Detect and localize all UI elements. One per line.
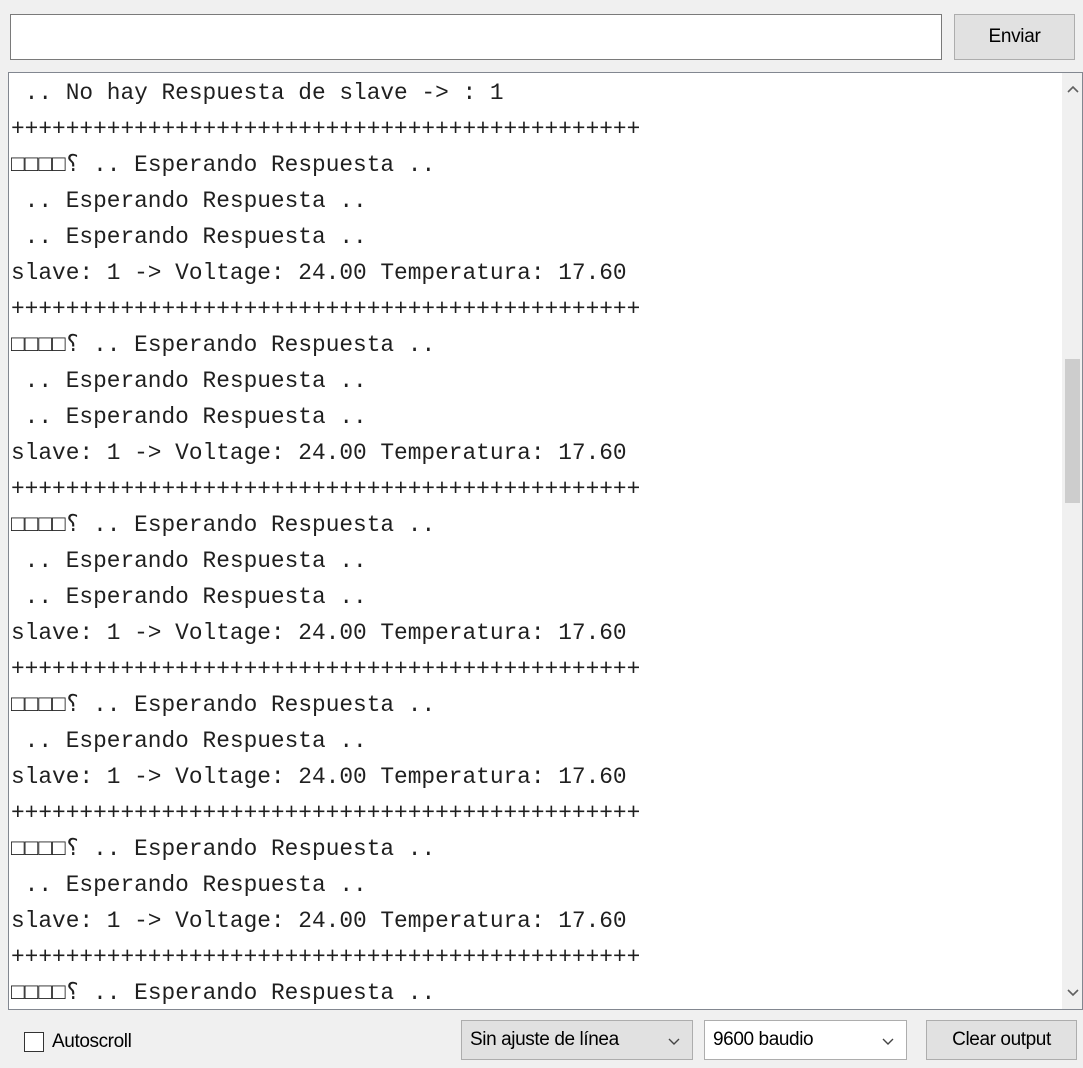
output-line: .. No hay Respuesta de slave -> : 1 [11,80,504,106]
output-line: .. Esperando Respuesta .. [11,404,367,430]
baud-rate-select[interactable]: 9600 baudio [704,1020,907,1060]
autoscroll-checkbox[interactable] [24,1032,44,1052]
output-line: .. Esperando Respuesta .. [11,188,367,214]
send-input[interactable] [10,14,942,60]
scroll-down-arrow-icon[interactable] [1063,981,1082,1005]
serial-output-panel: .. No hay Respuesta de slave -> : 1 +++++… [8,72,1083,1010]
output-line: □□□□⸮ .. Esperando Respuesta .. [11,836,436,862]
autoscroll-label: Autoscroll [52,1031,132,1052]
output-line: .. Esperando Respuesta .. [11,368,367,394]
output-line: ++++++++++++++++++++++++++++++++++++++++… [11,800,641,826]
output-line: .. Esperando Respuesta .. [11,728,367,754]
output-line: slave: 1 -> Voltage: 24.00 Temperatura: … [11,764,627,790]
output-line: ++++++++++++++++++++++++++++++++++++++++… [11,116,641,142]
output-line: □□□□⸮ .. Esperando Respuesta .. [11,152,436,178]
send-button[interactable]: Enviar [954,14,1075,60]
bottom-toolbar: Autoscroll Sin ajuste de línea 9600 baud… [0,1010,1083,1068]
output-line: ++++++++++++++++++++++++++++++++++++++++… [11,476,641,502]
vertical-scrollbar[interactable] [1062,73,1082,1009]
output-line: □□□□⸮ .. Esperando Respuesta .. [11,332,436,358]
baud-rate-value: 9600 baudio [713,1029,814,1050]
chevron-down-icon [882,1038,894,1045]
scrollbar-thumb[interactable] [1065,359,1080,503]
output-line: .. Esperando Respuesta .. [11,224,367,250]
output-line: □□□□⸮ .. Esperando Respuesta .. [11,980,436,1005]
output-line: .. Esperando Respuesta .. [11,584,367,610]
scroll-up-arrow-icon[interactable] [1063,77,1082,101]
line-ending-value: Sin ajuste de línea [470,1029,619,1050]
output-line: slave: 1 -> Voltage: 24.00 Temperatura: … [11,260,627,286]
autoscroll-toggle[interactable]: Autoscroll [24,1031,132,1053]
output-line: ++++++++++++++++++++++++++++++++++++++++… [11,944,641,970]
output-line: .. Esperando Respuesta .. [11,548,367,574]
output-line: .. Esperando Respuesta .. [11,872,367,898]
output-line: □□□□⸮ .. Esperando Respuesta .. [11,692,436,718]
serial-output-text: .. No hay Respuesta de slave -> : 1 +++++… [11,75,1061,1005]
output-line: slave: 1 -> Voltage: 24.00 Temperatura: … [11,620,627,646]
output-line: slave: 1 -> Voltage: 24.00 Temperatura: … [11,440,627,466]
clear-output-button[interactable]: Clear output [926,1020,1077,1060]
output-line: □□□□⸮ .. Esperando Respuesta .. [11,512,436,538]
chevron-down-icon [668,1038,680,1045]
serial-monitor-window: Enviar .. No hay Respuesta de slave -> :… [0,0,1083,1068]
output-line: slave: 1 -> Voltage: 24.00 Temperatura: … [11,908,627,934]
output-line: ++++++++++++++++++++++++++++++++++++++++… [11,656,641,682]
line-ending-select[interactable]: Sin ajuste de línea [461,1020,693,1060]
output-line: ++++++++++++++++++++++++++++++++++++++++… [11,296,641,322]
